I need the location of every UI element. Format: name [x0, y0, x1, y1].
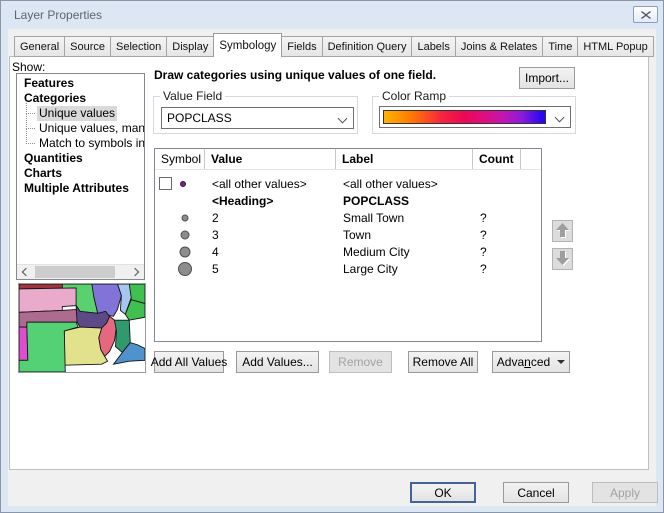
table-row-class-5[interactable]: 5 Large City ? — [155, 260, 541, 277]
tab-time[interactable]: Time — [543, 36, 578, 57]
map-preview — [18, 283, 146, 373]
window-title: Layer Properties — [14, 8, 102, 22]
column-header-label: Label — [336, 149, 473, 169]
menu-dropdown-icon — [557, 360, 565, 364]
value-field-group: Value Field POPCLASS — [153, 96, 358, 134]
move-up-button[interactable] — [552, 220, 573, 242]
tree-item-charts[interactable]: Charts — [17, 166, 144, 181]
show-label: Show: — [12, 60, 45, 74]
advanced-menu-button[interactable]: Advanced — [492, 351, 570, 373]
ok-button[interactable]: OK — [410, 482, 476, 503]
tree-horizontal-scrollbar[interactable] — [17, 264, 144, 279]
map-region-colorado — [19, 327, 28, 360]
draw-method-description: Draw categories using unique values of o… — [154, 68, 436, 82]
point-symbol[interactable] — [180, 246, 191, 257]
unique-values-table[interactable]: Symbol Value Label Count <all other valu… — [154, 148, 542, 342]
point-symbol[interactable] — [182, 214, 189, 221]
arrow-down-icon — [555, 250, 570, 269]
table-row-class-3[interactable]: 3 Town ? — [155, 226, 541, 243]
value-field-label: Value Field — [160, 89, 225, 103]
apply-button: Apply — [592, 482, 658, 503]
tree-item-features[interactable]: Features — [17, 76, 144, 91]
color-ramp-dropdown[interactable] — [379, 106, 571, 128]
column-header-count: Count — [473, 149, 521, 169]
arrow-up-icon — [555, 222, 570, 241]
table-row-class-2[interactable]: 2 Small Town ? — [155, 209, 541, 226]
map-region-south-dakota — [19, 288, 76, 312]
table-header: Symbol Value Label Count — [155, 149, 541, 170]
tab-definition-query[interactable]: Definition Query — [323, 36, 413, 57]
tree-item-categories[interactable]: Categories — [17, 91, 144, 106]
chevron-down-icon — [338, 114, 348, 124]
tab-symbology[interactable]: Symbology — [213, 33, 282, 57]
scrollbar-thumb[interactable] — [35, 266, 115, 278]
remove-button: Remove — [329, 351, 392, 373]
tab-fields[interactable]: Fields — [282, 36, 322, 57]
title-bar[interactable]: Layer Properties — [1, 1, 663, 29]
table-row-class-4[interactable]: 4 Medium City ? — [155, 243, 541, 260]
layer-properties-dialog: Layer Properties General Source Selectio… — [0, 0, 664, 513]
add-values-button[interactable]: Add Values... — [236, 351, 319, 373]
table-row-all-other-values[interactable]: <all other values> <all other values> — [155, 175, 541, 192]
chevron-down-icon — [555, 113, 565, 123]
tree-item-quantities[interactable]: Quantities — [17, 151, 144, 166]
tab-source[interactable]: Source — [65, 36, 111, 57]
color-ramp-swatch — [383, 110, 546, 124]
tree-item-unique-values[interactable]: Unique values — [17, 106, 144, 121]
move-down-button[interactable] — [552, 248, 573, 270]
point-symbol[interactable] — [178, 262, 192, 276]
map-preview-image — [19, 284, 145, 372]
show-tree: Features Categories Unique values Unique… — [16, 73, 145, 280]
color-ramp-group: Color Ramp — [372, 96, 576, 134]
tab-display[interactable]: Display — [167, 36, 214, 57]
tab-labels[interactable]: Labels — [412, 36, 455, 57]
tab-joins-relates[interactable]: Joins & Relates — [456, 36, 543, 57]
all-other-values-symbol[interactable] — [180, 181, 186, 187]
symbology-tab-page: Show: Features Categories Unique values … — [9, 56, 649, 470]
import-button[interactable]: Import... — [519, 67, 575, 89]
tab-html-popup[interactable]: HTML Popup — [578, 36, 653, 57]
scroll-left-icon[interactable] — [17, 265, 33, 279]
tab-general[interactable]: General — [14, 36, 65, 57]
dialog-client-area: General Source Selection Display Symbolo… — [8, 29, 656, 506]
tab-selection[interactable]: Selection — [111, 36, 167, 57]
close-button[interactable] — [633, 6, 658, 23]
value-field-dropdown[interactable]: POPCLASS — [161, 107, 354, 129]
add-all-values-button[interactable]: Add All Values — [154, 351, 224, 373]
all-other-values-checkbox[interactable] — [159, 177, 172, 190]
cancel-button[interactable]: Cancel — [503, 482, 569, 503]
tree-item-unique-values-many[interactable]: Unique values, many — [17, 121, 144, 136]
tree-item-match-symbols[interactable]: Match to symbols in a — [17, 136, 144, 151]
column-header-value: Value — [205, 149, 336, 169]
tab-strip: General Source Selection Display Symbolo… — [14, 34, 654, 57]
color-ramp-label: Color Ramp — [379, 89, 449, 103]
table-row-heading[interactable]: <Heading> POPCLASS — [155, 192, 541, 209]
scroll-right-icon[interactable] — [128, 265, 144, 279]
remove-all-button[interactable]: Remove All — [408, 351, 478, 373]
tree-item-multiple-attributes[interactable]: Multiple Attributes — [17, 181, 144, 196]
point-symbol[interactable] — [181, 230, 190, 239]
close-icon — [641, 11, 651, 19]
column-header-symbol: Symbol — [155, 149, 205, 169]
value-field-value: POPCLASS — [167, 111, 232, 125]
